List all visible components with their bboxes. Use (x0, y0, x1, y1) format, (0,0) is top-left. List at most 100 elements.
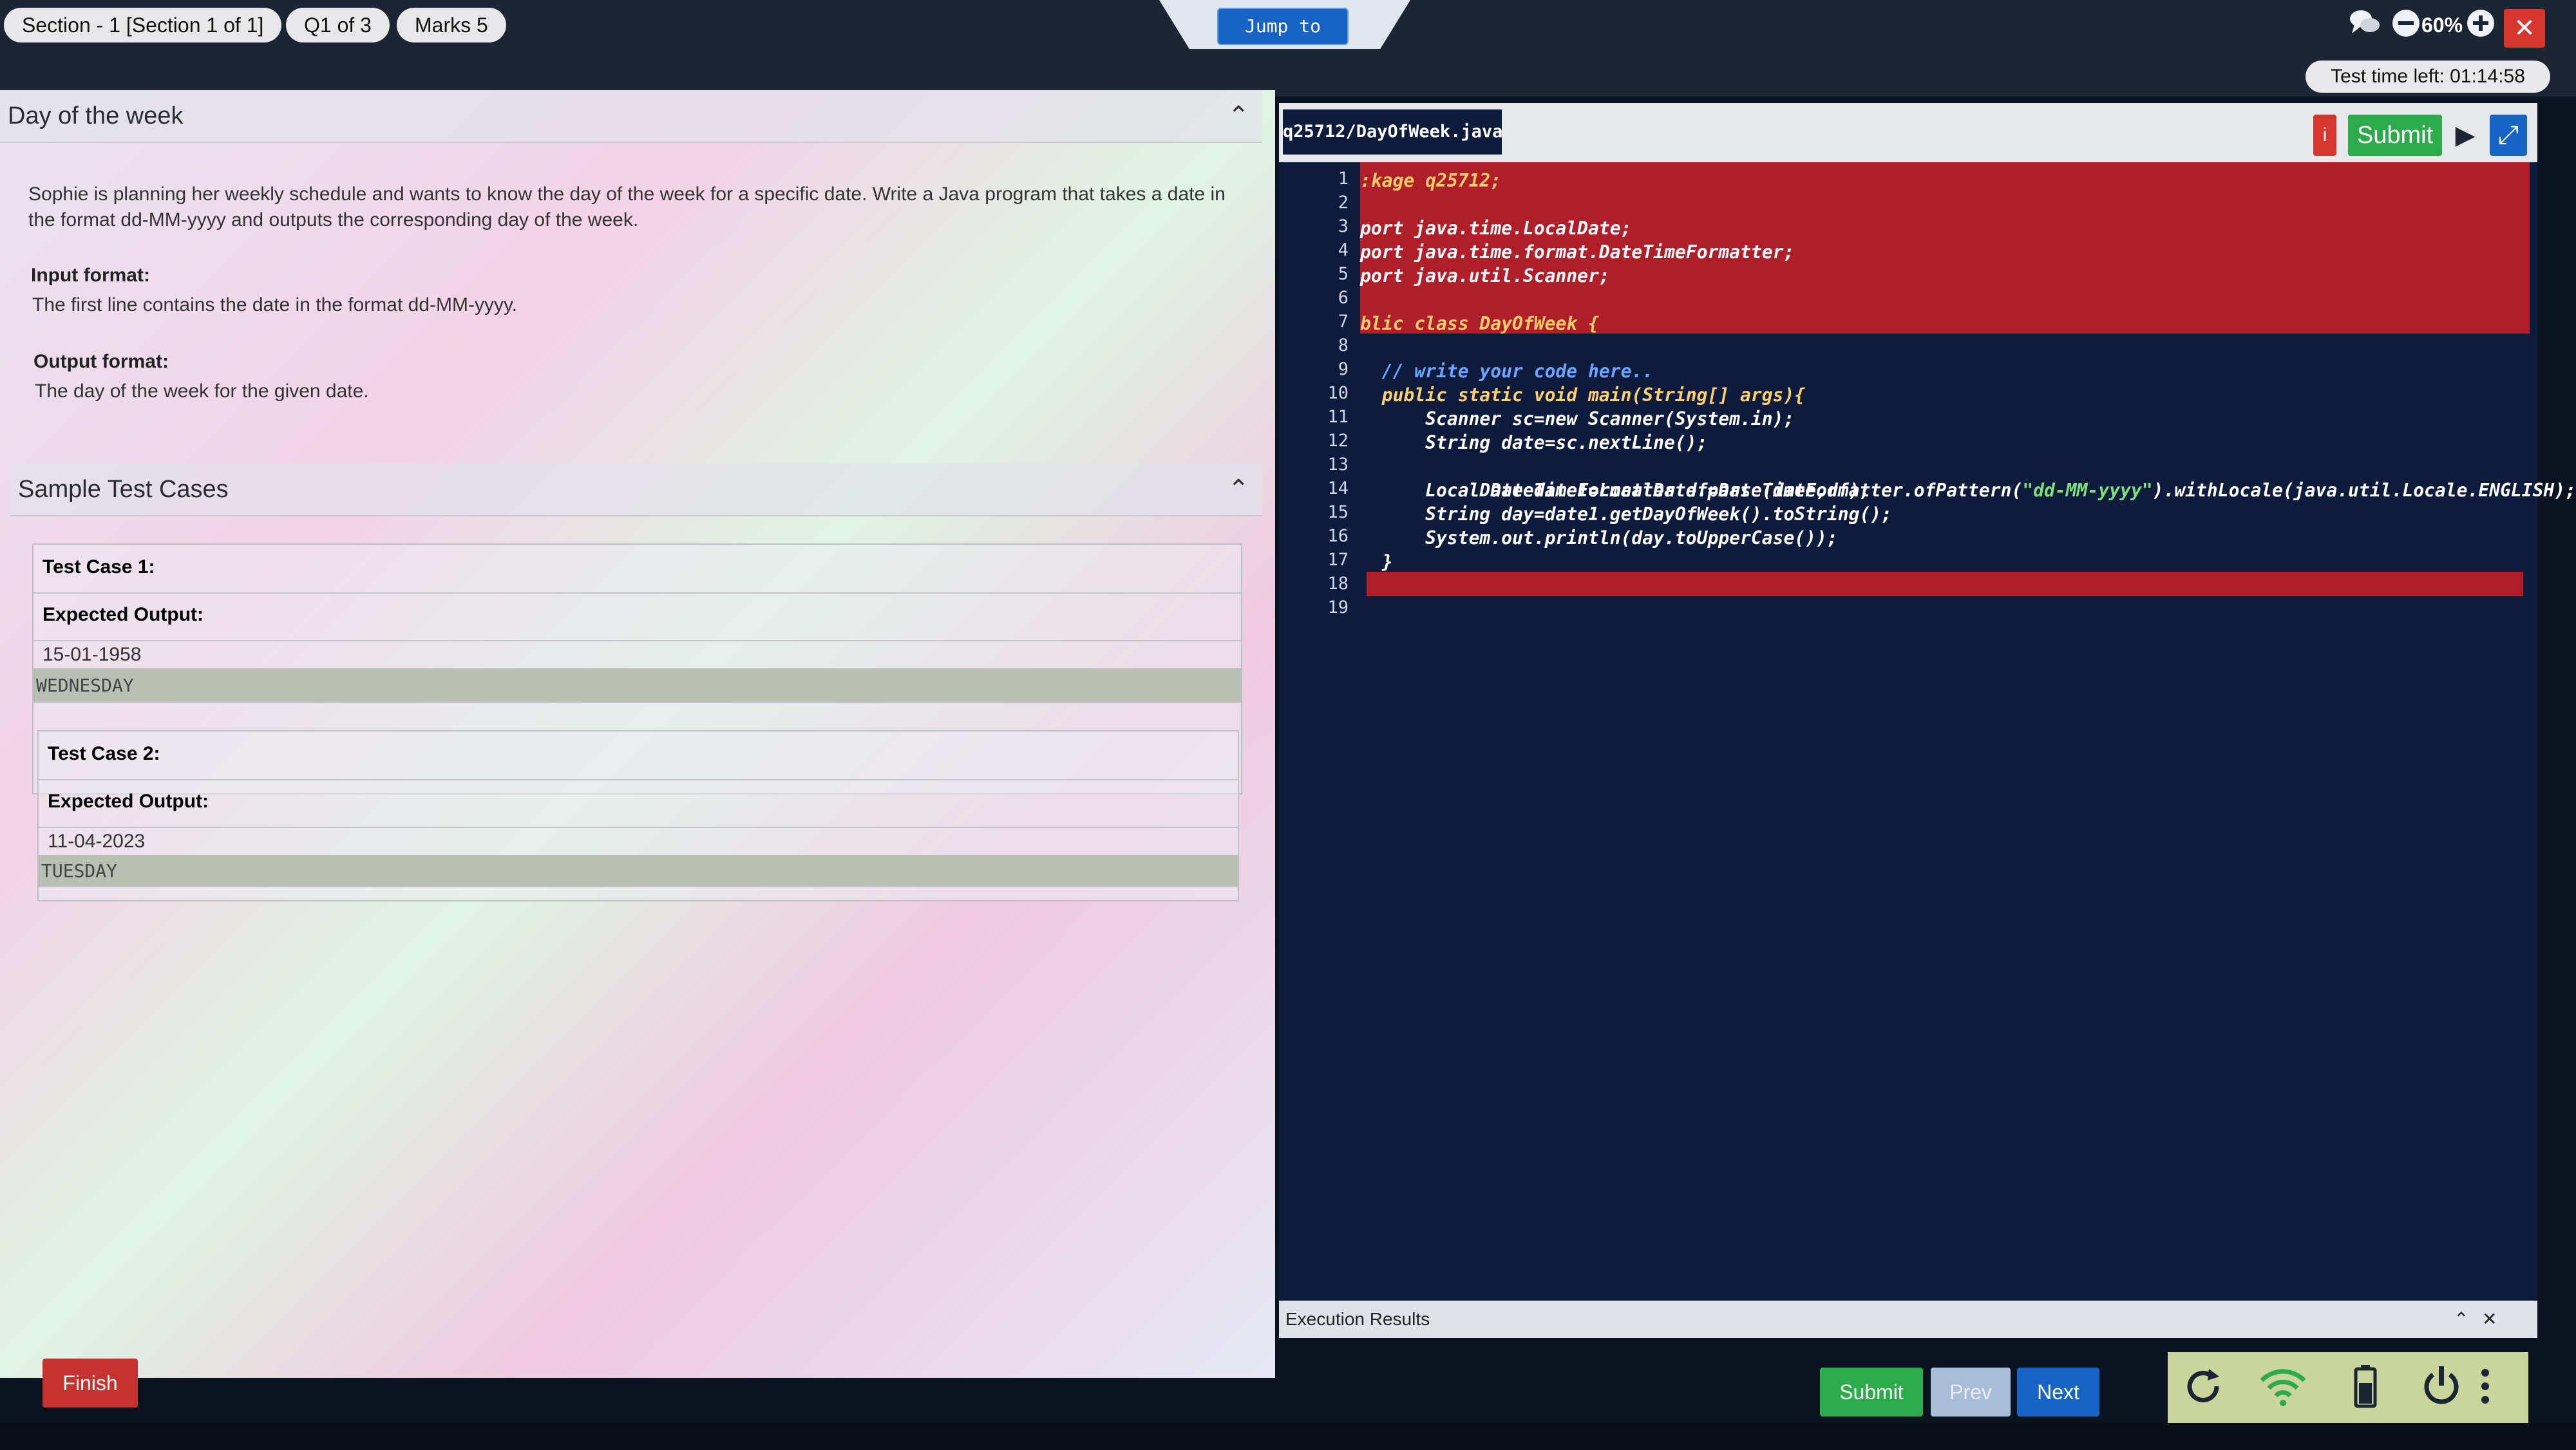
line-number: 7 (1338, 312, 1349, 332)
output-format-label: Output format: (33, 351, 169, 372)
line-number: 17 (1327, 550, 1349, 570)
execution-results-label: Execution Results (1285, 1309, 1430, 1329)
line-number: 10 (1327, 383, 1349, 403)
code-line-4: port java.time.format.DateTimeFormatter; (1360, 241, 1795, 263)
code-line-11: Scanner sc=new Scanner(System.in); (1360, 408, 1795, 429)
section-indicator[interactable]: Section - 1 [Section 1 of 1] (4, 8, 282, 42)
screen-bezel (0, 1423, 2576, 1450)
code-line-9: // write your code here.. (1360, 361, 1654, 382)
expected-output-row: Expected Output: (39, 779, 1238, 828)
code-line-5: port java.util.Scanner; (1360, 265, 1610, 287)
play-icon: ▶ (2455, 121, 2476, 149)
chevron-up-icon[interactable]: ⌃ (2454, 1301, 2468, 1338)
power-icon[interactable] (2406, 1364, 2477, 1422)
line-number: 4 (1338, 240, 1349, 260)
line-number: 18 (1327, 574, 1349, 594)
top-bar: Section - 1 [Section 1 of 1] Q1 of 3 Mar… (0, 0, 2576, 97)
code-editor: q25712/DayOfWeek.java i Submit ▶ ⤢ 1 2 3… (1279, 103, 2576, 1338)
sample-cases-header[interactable]: Sample Test Cases ⌃ (10, 464, 1262, 516)
close-icon: ✕ (2514, 14, 2535, 42)
expected-output-label: Expected Output: (48, 791, 209, 812)
info-icon: i (2322, 124, 2327, 146)
zoom-in-icon[interactable] (2465, 8, 2496, 47)
code-line-12: String date=sc.nextLine(); (1360, 432, 1708, 453)
code-text-area[interactable]: :kage q25712; port java.time.LocalDate; … (1360, 162, 2576, 1192)
code-line-10: public static void main(String[] args){ (1360, 384, 1806, 406)
line-number: 9 (1338, 359, 1349, 379)
code-line-7: blic class DayOfWeek { (1360, 313, 1599, 334)
line-number: 16 (1327, 526, 1349, 546)
code-line-13: DateTimeFormatter df=DateTimeFormatter.o… (1360, 455, 2576, 501)
test-case-input: 11-04-2023 (48, 831, 146, 852)
system-tray (2168, 1352, 2528, 1431)
code-line-16: System.out.println(day.toUpperCase()); (1360, 527, 1838, 549)
problem-title: Day of the week (8, 102, 184, 129)
close-button[interactable]: ✕ (2504, 9, 2545, 48)
test-timer: Test time left: 01:14:58 (2306, 61, 2550, 93)
line-number: 14 (1327, 478, 1349, 498)
test-case-output-row: TUESDAY (39, 855, 1238, 887)
line-number: 13 (1327, 455, 1349, 475)
editor-submit-button[interactable]: Submit (2348, 115, 2442, 156)
input-format-text: The first line contains the date in the … (32, 294, 518, 315)
chat-bubbles-icon[interactable] (2348, 8, 2382, 46)
battery-icon[interactable] (2330, 1364, 2401, 1422)
test-case-input-row: 15-01-1958 (33, 640, 1241, 670)
test-case-2: Test Case 2: Expected Output: 11-04-2023… (37, 730, 1239, 901)
run-button[interactable]: ▶ (2451, 115, 2479, 156)
line-number: 15 (1327, 502, 1349, 522)
collapse-chevron-icon[interactable]: ⌃ (1227, 90, 1249, 142)
line-number: 1 (1338, 169, 1349, 189)
string-literal: "dd-MM-yyyy" (2022, 480, 2153, 501)
zoom-out-icon[interactable] (2391, 8, 2421, 47)
finish-button[interactable]: Finish (43, 1359, 138, 1408)
line-gutter: 1 2 3 4 5 6 7 8 9 10 11 12 13 14 15 16 1… (1279, 162, 1360, 1192)
code-line-17: } (1360, 551, 1393, 572)
execution-results-bar[interactable]: Execution Results ⌃ ✕ (1279, 1301, 2537, 1338)
jump-to-button[interactable]: Jump to (1217, 8, 1349, 45)
info-button[interactable]: i (2313, 115, 2336, 156)
code-line-1: :kage q25712; (1360, 170, 1502, 191)
test-case-output-row: WEDNESDAY (33, 668, 1241, 703)
test-case-label-row: Test Case 2: (39, 731, 1238, 780)
code-line-14: LocalDate date1=LocalDate.parse(date,df)… (1360, 480, 1871, 501)
submit-button[interactable]: Submit (1820, 1368, 1923, 1417)
problem-header[interactable]: Day of the week ⌃ (0, 90, 1262, 143)
marks-badge: Marks 5 (397, 8, 506, 42)
line-number: 12 (1327, 431, 1349, 451)
line-number: 11 (1327, 407, 1349, 427)
expected-output-label: Expected Output: (43, 604, 204, 625)
question-indicator[interactable]: Q1 of 3 (286, 8, 390, 42)
prev-button[interactable]: Prev (1931, 1368, 2011, 1417)
test-case-label: Test Case 1: (43, 556, 155, 578)
line-number: 2 (1338, 193, 1349, 212)
collapse-chevron-icon[interactable]: ⌃ (1227, 464, 1249, 515)
wifi-icon[interactable] (2248, 1364, 2318, 1422)
more-vertical-icon[interactable] (2469, 1364, 2501, 1422)
test-case-input: 15-01-1958 (43, 644, 142, 665)
line-number: 5 (1338, 264, 1349, 284)
code-line-3: port java.time.LocalDate; (1360, 218, 1632, 239)
expand-icon: ⤢ (2498, 121, 2519, 149)
close-icon[interactable]: ✕ (2482, 1301, 2497, 1338)
line-number: 8 (1338, 335, 1349, 355)
test-case-label-row: Test Case 1: (33, 545, 1241, 594)
line-number: 3 (1338, 216, 1349, 236)
code-segment: ).withLocale(java.util.Locale.ENGLISH); (2152, 480, 2576, 501)
sample-cases-title: Sample Test Cases (18, 476, 229, 503)
output-format-text: The day of the week for the given date. (35, 381, 369, 402)
file-tab[interactable]: q25712/DayOfWeek.java (1283, 109, 1502, 155)
zoom-level: 60% (2421, 14, 2463, 37)
test-case-label: Test Case 2: (48, 743, 160, 764)
error-highlight (1367, 572, 2523, 596)
line-number: 19 (1327, 598, 1349, 617)
refresh-icon[interactable] (2168, 1364, 2239, 1422)
question-panel: Day of the week ⌃ Sophie is planning her… (0, 90, 1275, 1378)
line-number: 6 (1338, 288, 1349, 308)
expand-button[interactable]: ⤢ (2490, 115, 2527, 156)
expected-output-row: Expected Output: (33, 592, 1241, 641)
editor-toolbar: q25712/DayOfWeek.java i Submit ▶ ⤢ (1279, 103, 2537, 162)
code-line-15: String day=date1.getDayOfWeek().toString… (1360, 504, 1893, 525)
test-case-input-row: 11-04-2023 (39, 827, 1238, 856)
next-button[interactable]: Next (2017, 1368, 2099, 1417)
